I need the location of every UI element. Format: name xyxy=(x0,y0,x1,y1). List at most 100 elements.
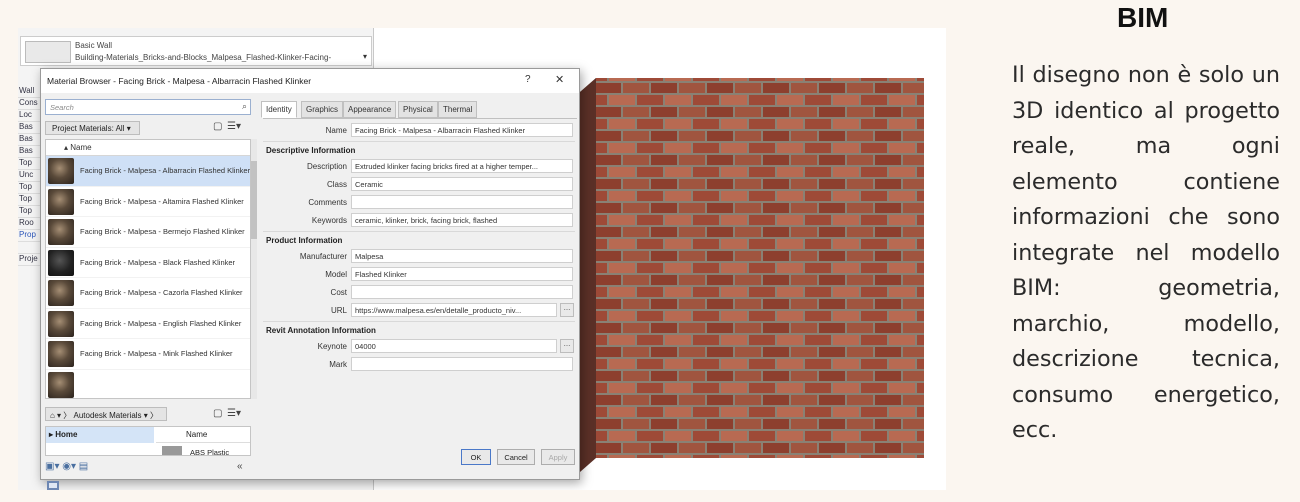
comments-label: Comments xyxy=(308,198,347,207)
wall-type-swatch xyxy=(25,41,71,63)
material-item[interactable]: Facing Brick - Malpesa - Albarracin Flas… xyxy=(46,156,250,187)
tab-graphics[interactable]: Graphics xyxy=(301,101,344,118)
side-body-text: Il disegno non è solo un 3D identico al … xyxy=(1012,62,1280,443)
material-label: Facing Brick - Malpesa - Mink Flashed Kl… xyxy=(80,349,233,358)
keywords-field[interactable]: ceramic, klinker, brick, facing brick, f… xyxy=(351,213,573,227)
material-item[interactable] xyxy=(46,370,250,399)
create-material-icon[interactable]: ▣▾ xyxy=(45,461,59,472)
tab-thermal[interactable]: Thermal xyxy=(438,101,478,118)
panel-toggle-icon[interactable]: ▢ xyxy=(213,408,222,419)
view-options-icon[interactable]: ☰▾ xyxy=(227,121,241,132)
apply-button[interactable]: Apply xyxy=(541,449,575,465)
class-label: Class xyxy=(326,180,347,189)
url-label: URL xyxy=(330,306,347,315)
library-panel: ▸ Home Name ABS Plastic xyxy=(45,426,251,456)
class-select[interactable]: Ceramic xyxy=(351,177,573,191)
prop-stub: Loc xyxy=(18,110,40,122)
material-label: Facing Brick - Malpesa - Cazorla Flashed… xyxy=(80,288,243,297)
section-divider xyxy=(263,141,575,142)
library-item[interactable]: ABS Plastic xyxy=(190,448,229,455)
model-field[interactable]: Flashed Klinker xyxy=(351,267,573,281)
prop-stub: Wall xyxy=(18,86,40,98)
close-button[interactable]: ✕ xyxy=(555,73,564,86)
class-row: Class Ceramic xyxy=(263,177,575,191)
tab-physical[interactable]: Physical xyxy=(398,101,438,118)
home-icon[interactable]: ⌂ ▾ 〉 xyxy=(50,411,74,420)
prop-stub: Cons xyxy=(18,98,40,110)
prop-stub: Bas xyxy=(18,122,40,134)
view-options-icon[interactable]: ☰▾ xyxy=(227,408,241,419)
keynote-browse-button[interactable]: … xyxy=(560,339,574,353)
library-name-column[interactable]: Name xyxy=(156,427,250,443)
globe-icon[interactable]: ◉▾ xyxy=(62,461,76,472)
name-field[interactable]: Facing Brick - Malpesa - Albarracin Flas… xyxy=(351,123,573,137)
url-row: URL https://www.malpesa.es/en/detalle_pr… xyxy=(263,303,575,317)
material-browser-dialog: Material Browser - Facing Brick - Malpes… xyxy=(40,68,580,490)
manufacturer-field[interactable]: Malpesa xyxy=(351,249,573,263)
url-browse-button[interactable]: … xyxy=(560,303,574,317)
comments-field[interactable] xyxy=(351,195,573,209)
list-scrollbar[interactable] xyxy=(251,139,257,399)
comments-row: Comments xyxy=(263,195,575,209)
model-row: Model Flashed Klinker xyxy=(263,267,575,281)
chevron-down-icon: ▾ xyxy=(126,124,131,133)
keynote-field[interactable]: 04000 xyxy=(351,339,557,353)
cost-row: Cost xyxy=(263,285,575,299)
description-label: Description xyxy=(306,162,347,171)
material-item[interactable]: Facing Brick - Malpesa - Bermejo Flashed… xyxy=(46,217,250,248)
library-bar: ⌂ ▾ 〉 Autodesk Materials ▾ 〉 ▢ ☰▾ xyxy=(45,406,257,424)
product-header: Product Information xyxy=(266,236,343,245)
scrollbar-thumb[interactable] xyxy=(251,161,257,239)
material-item[interactable]: Facing Brick - Malpesa - English Flashed… xyxy=(46,309,250,339)
search-input[interactable]: Search ⌕ xyxy=(45,99,251,115)
url-field[interactable]: https://www.malpesa.es/en/detalle_produc… xyxy=(351,303,557,317)
mark-label: Mark xyxy=(329,360,347,369)
type-selector[interactable]: Basic Wall Building-Materials_Bricks-and… xyxy=(20,36,372,66)
library-item-thumbnail xyxy=(162,446,182,455)
project-materials-filter[interactable]: Project Materials: All ▾ xyxy=(45,121,140,135)
material-label: Facing Brick - Malpesa - Albarracin Flas… xyxy=(80,166,251,175)
tab-appearance[interactable]: Appearance xyxy=(343,101,397,118)
mark-field[interactable] xyxy=(351,357,573,371)
material-editor-icon[interactable] xyxy=(47,481,59,490)
material-label: Facing Brick - Malpesa - Altamira Flashe… xyxy=(80,196,244,206)
library-panel-icon[interactable]: ▤ xyxy=(79,461,88,472)
material-thumbnail xyxy=(48,310,74,337)
name-label: Name xyxy=(325,126,347,135)
panel-toggle-icon[interactable]: ▢ xyxy=(213,121,222,132)
prop-stub: Bas xyxy=(18,146,40,158)
dialog-titlebar[interactable]: Material Browser - Facing Brick - Malpes… xyxy=(41,69,579,93)
material-thumbnail xyxy=(48,188,74,215)
library-label: Autodesk Materials xyxy=(73,411,142,420)
ok-button[interactable]: OK xyxy=(461,449,491,465)
description-field[interactable]: Extruded klinker facing bricks fired at … xyxy=(351,159,573,173)
collapse-icon[interactable]: « xyxy=(237,461,243,472)
cancel-button[interactable]: Cancel xyxy=(497,449,535,465)
keywords-row: Keywords ceramic, klinker, brick, facing… xyxy=(263,213,575,227)
brick-wall-3d xyxy=(580,78,924,472)
tab-identity[interactable]: Identity xyxy=(261,101,297,118)
chevron-down-icon[interactable]: ▾ xyxy=(363,52,367,61)
library-home-node[interactable]: ▸ Home xyxy=(46,427,154,443)
section-divider xyxy=(263,231,575,232)
property-rows: Wall Cons Loc Bas Bas Bas Top Unc Top To… xyxy=(18,86,40,266)
model-label: Model xyxy=(325,270,347,279)
project-materials-bar: Project Materials: All ▾ ▢ ☰▾ xyxy=(45,120,255,137)
material-item[interactable]: Facing Brick - Malpesa - Black Flashed K… xyxy=(46,248,250,278)
mark-row: Mark xyxy=(263,357,575,371)
keywords-label: Keywords xyxy=(311,216,347,225)
wall-front-face xyxy=(596,78,924,458)
material-label: Facing Brick - Malpesa - Bermejo Flashed… xyxy=(80,227,245,236)
screenshot-figure: Basic Wall Building-Materials_Bricks-and… xyxy=(18,28,946,490)
material-item[interactable]: Facing Brick - Malpesa - Altamira Flashe… xyxy=(46,187,250,217)
name-column-header[interactable]: ▴ Name xyxy=(46,140,250,156)
prop-stub: Roo xyxy=(18,218,40,230)
search-icon[interactable]: ⌕ xyxy=(242,101,247,112)
prop-stub-link[interactable]: Prop xyxy=(18,230,40,242)
help-button[interactable]: ? xyxy=(525,74,531,85)
cost-field[interactable] xyxy=(351,285,573,299)
material-item[interactable]: Facing Brick - Malpesa - Mink Flashed Kl… xyxy=(46,339,250,370)
library-selector[interactable]: ⌂ ▾ 〉 Autodesk Materials ▾ 〉 xyxy=(45,407,168,421)
name-row: Name Facing Brick - Malpesa - Albarracin… xyxy=(263,123,575,137)
material-item[interactable]: Facing Brick - Malpesa - Cazorla Flashed… xyxy=(46,278,250,309)
